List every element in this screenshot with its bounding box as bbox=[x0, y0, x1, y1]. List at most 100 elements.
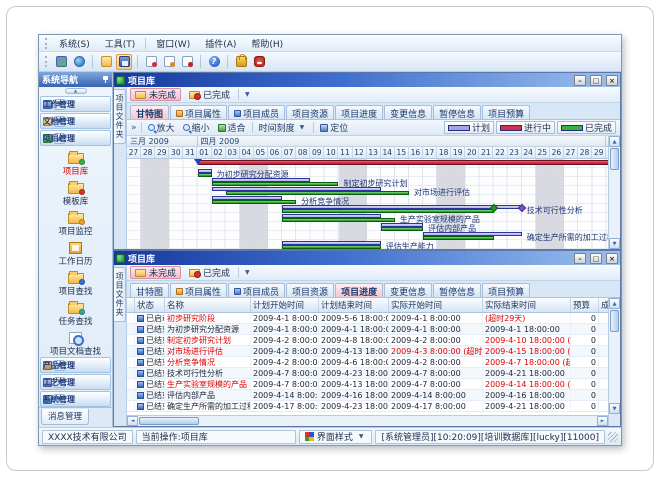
column-header-7[interactable]: 预算 bbox=[571, 298, 599, 312]
scroll-down-icon[interactable]: ▼ bbox=[609, 238, 620, 249]
table-row[interactable]: 已结束生产实验室规模的产品2009-4-7 8:00:002009-4-13 1… bbox=[127, 379, 608, 390]
minimize-button[interactable]: – bbox=[574, 75, 586, 86]
doc-add-button[interactable] bbox=[143, 54, 159, 70]
tab-0[interactable]: 甘特图 bbox=[130, 283, 169, 297]
column-header-8[interactable]: 成 bbox=[599, 298, 608, 312]
gantt-bar-actual[interactable] bbox=[381, 227, 423, 231]
close-button[interactable]: × bbox=[606, 253, 618, 264]
scroll-thumb[interactable] bbox=[610, 310, 619, 332]
tab-0[interactable]: 甘特图 bbox=[130, 105, 169, 119]
maximize-button[interactable]: □ bbox=[590, 253, 602, 264]
menu-item-2[interactable]: 窗口(W) bbox=[149, 36, 197, 51]
sidebar-item-3[interactable]: 工作日历 bbox=[39, 238, 112, 268]
project-folder-tab[interactable]: 项目文件夹 bbox=[114, 89, 126, 144]
gantt-bar-actual[interactable] bbox=[198, 173, 212, 177]
project-folder-tab[interactable]: 项目文件夹 bbox=[114, 267, 126, 322]
gantt-bar-actual[interactable] bbox=[226, 191, 409, 195]
minimize-button[interactable]: – bbox=[574, 253, 586, 264]
tab-2[interactable]: 项目成员 bbox=[228, 283, 285, 297]
zoom-out-button[interactable]: 缩小 bbox=[181, 121, 212, 134]
tab-7[interactable]: 项目预算 bbox=[482, 105, 530, 119]
sidebar-item-2[interactable]: 项目监控 bbox=[39, 208, 112, 238]
gantt-bar-actual[interactable] bbox=[212, 182, 339, 186]
doc-edit-button[interactable] bbox=[161, 54, 177, 70]
tab-5[interactable]: 变更信息 bbox=[384, 105, 432, 119]
zoom-in-button[interactable]: 放大 bbox=[146, 121, 177, 134]
gantt-bar-actual[interactable] bbox=[282, 218, 395, 222]
tab-6[interactable]: 暂停信息 bbox=[433, 283, 481, 297]
tab-3[interactable]: 项目资源 bbox=[286, 283, 334, 297]
column-header-2[interactable]: 名称 bbox=[165, 298, 251, 312]
filter-finished-button[interactable]: 已完成 bbox=[184, 88, 235, 101]
sidebar-group-bottom-2[interactable]: 系统管理▼ bbox=[40, 391, 111, 407]
help-button[interactable] bbox=[206, 54, 222, 70]
sidebar-item-6[interactable]: 项目文档查找 bbox=[39, 328, 112, 356]
globe-button[interactable] bbox=[71, 54, 87, 70]
menu-item-0[interactable]: 系统(S) bbox=[52, 36, 97, 51]
tab-7[interactable]: 项目预算 bbox=[482, 283, 530, 297]
gantt-bar-summary[interactable] bbox=[198, 160, 609, 165]
gantt-bar-actual[interactable] bbox=[282, 245, 381, 249]
table-row[interactable]: 已结束分析竞争情况2009-4-2 8:00:002009-4-6 18:00:… bbox=[127, 357, 608, 368]
monitor-button[interactable] bbox=[53, 54, 69, 70]
tab-1[interactable]: 项目属性 bbox=[170, 283, 227, 297]
chevron-down-icon[interactable]: ▼ bbox=[242, 91, 253, 98]
sidebar-item-1[interactable]: 模板库 bbox=[39, 178, 112, 208]
table-row[interactable]: 已结束对市场进行评估2009-4-2 8:00:002009-4-13 18:0… bbox=[127, 346, 608, 357]
folder-button[interactable] bbox=[98, 54, 114, 70]
table-row[interactable]: 已结束为初步研究分配资源2009-4-1 8:00:002009-4-1 18:… bbox=[127, 324, 608, 335]
scroll-down-icon[interactable]: ▼ bbox=[609, 403, 620, 414]
maximize-button[interactable]: □ bbox=[590, 75, 602, 86]
lock-button[interactable] bbox=[233, 54, 249, 70]
gantt-bar-actual[interactable] bbox=[282, 209, 494, 213]
sidebar-group-project[interactable]: 项目管理▲ bbox=[40, 130, 111, 146]
scroll-up-icon[interactable]: ▲ bbox=[609, 298, 620, 309]
locate-button[interactable]: 定位 bbox=[318, 121, 350, 134]
time-scale-button[interactable]: 时间刻度▼ bbox=[257, 121, 310, 134]
column-header-3[interactable]: 计划开始时间 bbox=[251, 298, 319, 312]
gantt-canvas[interactable]: 为初步研究分配资源制定初步研究计划对市场进行评估分析竞争情况技术可行性分析生产实… bbox=[127, 159, 608, 249]
scroll-left-icon[interactable]: ◄ bbox=[127, 416, 138, 426]
table-row[interactable]: 已结束制定初步研究计划2009-4-2 8:00:002009-4-8 18:0… bbox=[127, 335, 608, 346]
tab-2[interactable]: 项目成员 bbox=[228, 105, 285, 119]
tab-5[interactable]: 变更信息 bbox=[384, 283, 432, 297]
column-header-1[interactable]: 状态 bbox=[135, 298, 165, 312]
table-row[interactable]: 已结束技术可行性分析2009-4-7 8:00:002009-4-23 18:0… bbox=[127, 368, 608, 379]
tab-4[interactable]: 项目进度 bbox=[335, 105, 383, 119]
filter-unfinished-button[interactable]: 未完成 bbox=[130, 88, 181, 101]
pin-icon[interactable] bbox=[102, 76, 109, 83]
chevron-down-icon[interactable]: ▼ bbox=[242, 269, 253, 276]
overflow-chevron[interactable]: » bbox=[131, 123, 137, 133]
column-header-0[interactable] bbox=[127, 298, 135, 312]
menu-item-1[interactable]: 工具(T) bbox=[98, 36, 143, 51]
sidebar-item-5[interactable]: 任务查找 bbox=[39, 298, 112, 328]
table-horizontal-scrollbar[interactable]: ◄ ► bbox=[127, 415, 608, 426]
tab-3[interactable]: 项目资源 bbox=[286, 105, 334, 119]
menu-item-3[interactable]: 插件(A) bbox=[198, 36, 243, 51]
doc-del-button[interactable] bbox=[179, 54, 195, 70]
gantt-vertical-scrollbar[interactable]: ▲ ▼ bbox=[608, 136, 620, 249]
column-header-4[interactable]: 计划结束时间 bbox=[319, 298, 389, 312]
filter-unfinished-button[interactable]: 未完成 bbox=[130, 266, 181, 279]
close-button[interactable]: × bbox=[606, 75, 618, 86]
tab-message-management[interactable]: 消息管理 bbox=[41, 409, 89, 425]
column-header-5[interactable]: 实际开始时间 bbox=[389, 298, 483, 312]
sidebar-item-4[interactable]: 项目查找 bbox=[39, 268, 112, 298]
window2-title-bar[interactable]: 项目库 – □ × bbox=[114, 251, 620, 265]
scroll-right-icon[interactable]: ► bbox=[597, 416, 608, 426]
fit-button[interactable]: 适合 bbox=[216, 121, 248, 134]
scroll-thumb[interactable] bbox=[610, 148, 619, 170]
save-button[interactable] bbox=[116, 54, 132, 70]
gantt-bar-actual[interactable] bbox=[212, 200, 297, 204]
tab-6[interactable]: 暂停信息 bbox=[433, 105, 481, 119]
gantt-bar-actual[interactable] bbox=[423, 236, 494, 240]
sidebar-item-0[interactable]: 项目库 bbox=[39, 148, 112, 178]
sidebar-group-top-1[interactable]: 文档管理▼ bbox=[40, 113, 111, 129]
menu-item-4[interactable]: 帮助(H) bbox=[244, 36, 290, 51]
table-row[interactable]: 已结束评估内部产品2009-4-14 8:00:002009-4-16 18:0… bbox=[127, 390, 608, 401]
column-header-6[interactable]: 实际结束时间 bbox=[483, 298, 571, 312]
tab-4[interactable]: 项目进度 bbox=[335, 283, 383, 297]
tab-1[interactable]: 项目属性 bbox=[170, 105, 227, 119]
sidebar-group-bottom-1[interactable]: 工艺管理▼ bbox=[40, 374, 111, 390]
sidebar-group-top-0[interactable]: 工作管理▼ bbox=[40, 96, 111, 112]
